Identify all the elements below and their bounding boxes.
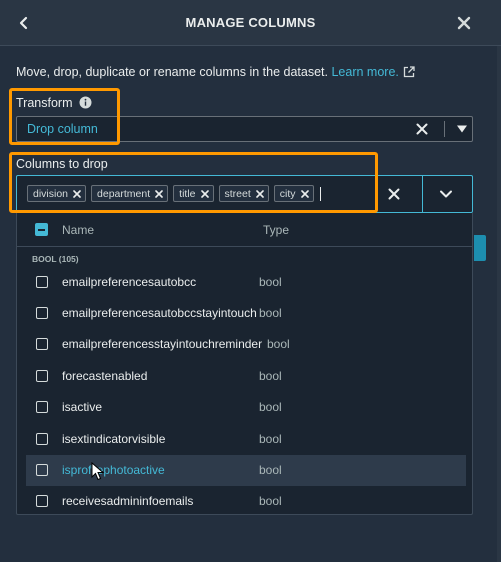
- panel-edge: [497, 46, 501, 562]
- remove-token-icon[interactable]: [73, 189, 81, 198]
- row-checkbox[interactable]: [36, 464, 48, 476]
- learn-more-link[interactable]: Learn more.: [331, 65, 398, 79]
- description-text: Move, drop, duplicate or rename columns …: [16, 65, 328, 79]
- row-checkbox[interactable]: [36, 401, 48, 413]
- row-checkbox[interactable]: [36, 338, 48, 350]
- columns-dropdown-list: Name Type BOOL (105) emailpreferencesaut…: [16, 213, 473, 515]
- panel-description: Move, drop, duplicate or rename columns …: [16, 65, 415, 81]
- panel-title: MANAGE COLUMNS: [185, 15, 316, 30]
- token-city: city: [273, 185, 314, 202]
- panel-footer: [0, 515, 501, 562]
- text-cursor: [319, 186, 321, 201]
- remove-token-icon[interactable]: [155, 189, 163, 198]
- column-name: forecastenabled: [62, 369, 148, 383]
- remove-token-icon[interactable]: [300, 189, 309, 198]
- token-street: street: [218, 185, 269, 202]
- list-item[interactable]: isactive bool: [26, 392, 466, 423]
- list-item[interactable]: isextindicatorvisible bool: [26, 424, 466, 455]
- clear-all-icon[interactable]: [386, 186, 402, 202]
- transform-select-value: Drop column: [27, 122, 98, 136]
- columns-to-drop-multiselect[interactable]: division department title street city: [16, 175, 473, 213]
- column-name: isextindicatorvisible: [62, 432, 166, 446]
- row-checkbox[interactable]: [36, 495, 48, 507]
- selected-tokens: division department title street city: [27, 185, 321, 202]
- transform-select[interactable]: Drop column: [16, 116, 473, 142]
- external-link-icon[interactable]: [403, 66, 415, 81]
- remove-token-icon[interactable]: [255, 189, 264, 198]
- column-name: isactive: [62, 400, 103, 414]
- column-type: bool: [267, 337, 290, 351]
- select-divider: [444, 121, 445, 137]
- list-item[interactable]: forecastenabled bool: [26, 361, 466, 392]
- list-item-hovered[interactable]: isprofilephotoactive bool: [26, 455, 466, 486]
- caret-down-icon[interactable]: [454, 121, 470, 137]
- select-all-checkbox[interactable]: [35, 223, 48, 236]
- token-department: department: [91, 185, 169, 202]
- token-label: city: [279, 187, 296, 200]
- row-checkbox[interactable]: [36, 370, 48, 382]
- transform-label-text: Transform: [16, 96, 73, 110]
- apply-button-partial[interactable]: [474, 235, 486, 261]
- multiselect-divider: [422, 176, 423, 212]
- column-type: bool: [259, 494, 282, 508]
- remove-token-icon[interactable]: [200, 189, 209, 198]
- column-name: emailpreferencesautobccstayintouch: [62, 306, 257, 320]
- token-label: title: [179, 187, 196, 200]
- type-column-header: Type: [263, 223, 290, 237]
- list-item[interactable]: emailpreferencesautobccstayintouch bool: [26, 298, 466, 329]
- column-type: bool: [259, 306, 282, 320]
- token-label: street: [224, 187, 251, 200]
- column-type: bool: [259, 400, 282, 414]
- column-name: emailpreferencesautobcc: [62, 275, 197, 289]
- clear-icon[interactable]: [414, 121, 430, 137]
- name-column-header: Name: [62, 223, 95, 237]
- list-item[interactable]: emailpreferencesstayintouchreminder bool: [26, 329, 466, 360]
- column-type: bool: [259, 369, 282, 383]
- dropdown-header: Name Type: [17, 213, 472, 247]
- token-title: title: [173, 185, 214, 202]
- row-checkbox[interactable]: [36, 433, 48, 445]
- row-checkbox[interactable]: [36, 307, 48, 319]
- panel-header: MANAGE COLUMNS: [0, 0, 501, 46]
- list-item[interactable]: emailpreferencesautobcc bool: [26, 267, 466, 298]
- token-label: department: [97, 187, 151, 200]
- column-name: emailpreferencesstayintouchreminder: [62, 337, 263, 351]
- row-checkbox[interactable]: [36, 276, 48, 288]
- column-name: receivesadmininfoemails: [62, 494, 194, 508]
- close-icon[interactable]: [452, 11, 476, 35]
- column-type: bool: [259, 432, 282, 446]
- token-label: division: [33, 187, 69, 200]
- columns-to-drop-label: Columns to drop: [16, 157, 108, 171]
- group-label-bool: BOOL (105): [32, 254, 79, 264]
- list-item[interactable]: receivesadmininfoemails bool: [26, 486, 466, 514]
- column-type: bool: [259, 275, 282, 289]
- column-name[interactable]: isprofilephotoactive: [62, 463, 165, 477]
- token-division: division: [27, 185, 87, 202]
- transform-label: Transform: [16, 96, 92, 112]
- column-type: bool: [259, 463, 282, 477]
- info-icon[interactable]: [79, 96, 92, 112]
- chevron-down-icon[interactable]: [438, 186, 454, 202]
